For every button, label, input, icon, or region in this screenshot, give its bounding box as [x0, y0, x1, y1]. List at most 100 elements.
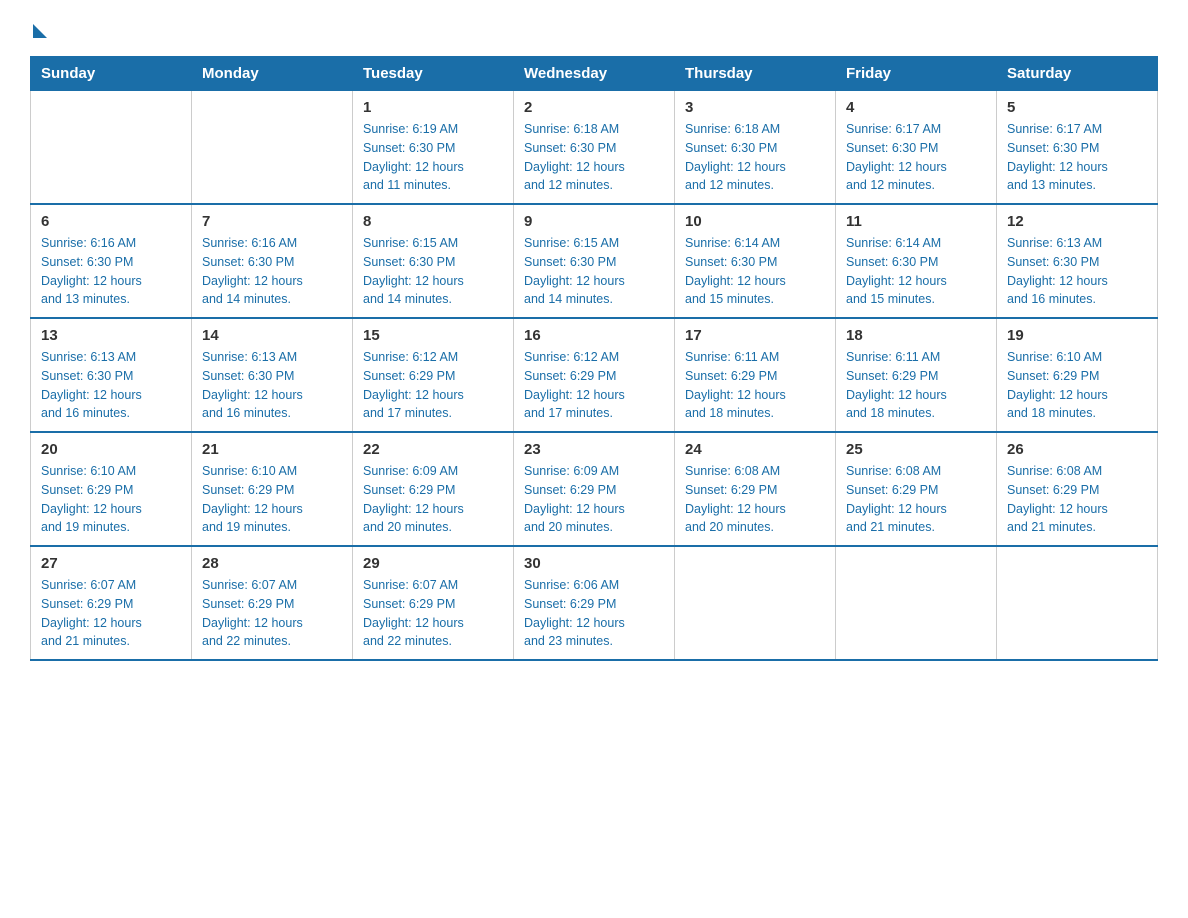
day-info: Sunrise: 6:16 AMSunset: 6:30 PMDaylight:…	[202, 234, 342, 309]
day-cell: 3 Sunrise: 6:18 AMSunset: 6:30 PMDaylight…	[675, 91, 836, 205]
week-row-5: 27 Sunrise: 6:07 AMSunset: 6:29 PMDayligh…	[31, 546, 1158, 660]
day-info: Sunrise: 6:17 AMSunset: 6:30 PMDaylight:…	[1007, 120, 1147, 195]
day-info: Sunrise: 6:07 AMSunset: 6:29 PMDaylight:…	[363, 576, 503, 651]
day-cell: 29 Sunrise: 6:07 AMSunset: 6:29 PMDayligh…	[353, 546, 514, 660]
day-info: Sunrise: 6:11 AMSunset: 6:29 PMDaylight:…	[846, 348, 986, 423]
day-info: Sunrise: 6:06 AMSunset: 6:29 PMDaylight:…	[524, 576, 664, 651]
day-cell: 11 Sunrise: 6:14 AMSunset: 6:30 PMDayligh…	[836, 204, 997, 318]
day-cell: 5 Sunrise: 6:17 AMSunset: 6:30 PMDaylight…	[997, 91, 1158, 205]
day-cell: 15 Sunrise: 6:12 AMSunset: 6:29 PMDayligh…	[353, 318, 514, 432]
day-number: 28	[202, 555, 342, 572]
day-info: Sunrise: 6:14 AMSunset: 6:30 PMDaylight:…	[846, 234, 986, 309]
day-cell	[192, 91, 353, 205]
day-cell: 21 Sunrise: 6:10 AMSunset: 6:29 PMDayligh…	[192, 432, 353, 546]
day-info: Sunrise: 6:10 AMSunset: 6:29 PMDaylight:…	[202, 462, 342, 537]
day-number: 15	[363, 327, 503, 344]
day-info: Sunrise: 6:08 AMSunset: 6:29 PMDaylight:…	[846, 462, 986, 537]
day-info: Sunrise: 6:12 AMSunset: 6:29 PMDaylight:…	[363, 348, 503, 423]
day-number: 11	[846, 213, 986, 230]
day-info: Sunrise: 6:09 AMSunset: 6:29 PMDaylight:…	[363, 462, 503, 537]
header-saturday: Saturday	[997, 57, 1158, 91]
day-info: Sunrise: 6:15 AMSunset: 6:30 PMDaylight:…	[524, 234, 664, 309]
day-info: Sunrise: 6:18 AMSunset: 6:30 PMDaylight:…	[685, 120, 825, 195]
header-wednesday: Wednesday	[514, 57, 675, 91]
day-info: Sunrise: 6:14 AMSunset: 6:30 PMDaylight:…	[685, 234, 825, 309]
header-tuesday: Tuesday	[353, 57, 514, 91]
week-row-4: 20 Sunrise: 6:10 AMSunset: 6:29 PMDayligh…	[31, 432, 1158, 546]
day-cell: 2 Sunrise: 6:18 AMSunset: 6:30 PMDaylight…	[514, 91, 675, 205]
day-cell: 28 Sunrise: 6:07 AMSunset: 6:29 PMDayligh…	[192, 546, 353, 660]
calendar-table: SundayMondayTuesdayWednesdayThursdayFrid…	[30, 56, 1158, 661]
day-info: Sunrise: 6:09 AMSunset: 6:29 PMDaylight:…	[524, 462, 664, 537]
day-info: Sunrise: 6:07 AMSunset: 6:29 PMDaylight:…	[202, 576, 342, 651]
day-info: Sunrise: 6:07 AMSunset: 6:29 PMDaylight:…	[41, 576, 181, 651]
day-number: 10	[685, 213, 825, 230]
day-number: 29	[363, 555, 503, 572]
day-number: 20	[41, 441, 181, 458]
day-cell: 7 Sunrise: 6:16 AMSunset: 6:30 PMDaylight…	[192, 204, 353, 318]
day-cell: 13 Sunrise: 6:13 AMSunset: 6:30 PMDayligh…	[31, 318, 192, 432]
week-row-2: 6Sunrise: 6:16 AMSunset: 6:30 PMDaylight…	[31, 204, 1158, 318]
day-number: 14	[202, 327, 342, 344]
day-info: Sunrise: 6:12 AMSunset: 6:29 PMDaylight:…	[524, 348, 664, 423]
week-row-3: 13 Sunrise: 6:13 AMSunset: 6:30 PMDayligh…	[31, 318, 1158, 432]
day-info: Sunrise: 6:08 AMSunset: 6:29 PMDaylight:…	[1007, 462, 1147, 537]
day-cell: 8 Sunrise: 6:15 AMSunset: 6:30 PMDaylight…	[353, 204, 514, 318]
day-number: 25	[846, 441, 986, 458]
day-cell: 27 Sunrise: 6:07 AMSunset: 6:29 PMDayligh…	[31, 546, 192, 660]
day-cell	[997, 546, 1158, 660]
day-number: 8	[363, 213, 503, 230]
day-cell: 12 Sunrise: 6:13 AMSunset: 6:30 PMDayligh…	[997, 204, 1158, 318]
day-cell: 10 Sunrise: 6:14 AMSunset: 6:30 PMDayligh…	[675, 204, 836, 318]
day-info: Sunrise: 6:10 AMSunset: 6:29 PMDaylight:…	[1007, 348, 1147, 423]
header-thursday: Thursday	[675, 57, 836, 91]
day-info: Sunrise: 6:13 AMSunset: 6:30 PMDaylight:…	[41, 348, 181, 423]
day-number: 16	[524, 327, 664, 344]
day-cell: 18Sunrise: 6:11 AMSunset: 6:29 PMDayligh…	[836, 318, 997, 432]
day-number: 1	[363, 99, 503, 116]
day-number: 12	[1007, 213, 1147, 230]
day-info: Sunrise: 6:13 AMSunset: 6:30 PMDaylight:…	[1007, 234, 1147, 309]
day-info: Sunrise: 6:18 AMSunset: 6:30 PMDaylight:…	[524, 120, 664, 195]
day-cell: 4Sunrise: 6:17 AMSunset: 6:30 PMDaylight…	[836, 91, 997, 205]
day-cell: 22 Sunrise: 6:09 AMSunset: 6:29 PMDayligh…	[353, 432, 514, 546]
day-info: Sunrise: 6:19 AMSunset: 6:30 PMDaylight:…	[363, 120, 503, 195]
day-number: 7	[202, 213, 342, 230]
day-number: 23	[524, 441, 664, 458]
day-info: Sunrise: 6:17 AMSunset: 6:30 PMDaylight:…	[846, 120, 986, 195]
day-number: 27	[41, 555, 181, 572]
day-cell: 1 Sunrise: 6:19 AMSunset: 6:30 PMDaylight…	[353, 91, 514, 205]
day-number: 3	[685, 99, 825, 116]
day-number: 30	[524, 555, 664, 572]
day-number: 2	[524, 99, 664, 116]
day-number: 17	[685, 327, 825, 344]
day-cell: 24 Sunrise: 6:08 AMSunset: 6:29 PMDayligh…	[675, 432, 836, 546]
day-info: Sunrise: 6:11 AMSunset: 6:29 PMDaylight:…	[685, 348, 825, 423]
day-cell	[836, 546, 997, 660]
day-info: Sunrise: 6:08 AMSunset: 6:29 PMDaylight:…	[685, 462, 825, 537]
day-cell: 16 Sunrise: 6:12 AMSunset: 6:29 PMDayligh…	[514, 318, 675, 432]
day-number: 24	[685, 441, 825, 458]
day-number: 9	[524, 213, 664, 230]
day-info: Sunrise: 6:13 AMSunset: 6:30 PMDaylight:…	[202, 348, 342, 423]
day-cell: 9 Sunrise: 6:15 AMSunset: 6:30 PMDaylight…	[514, 204, 675, 318]
day-number: 22	[363, 441, 503, 458]
day-cell	[675, 546, 836, 660]
day-cell: 23 Sunrise: 6:09 AMSunset: 6:29 PMDayligh…	[514, 432, 675, 546]
page-header	[30, 20, 1158, 36]
day-number: 26	[1007, 441, 1147, 458]
day-number: 19	[1007, 327, 1147, 344]
day-info: Sunrise: 6:15 AMSunset: 6:30 PMDaylight:…	[363, 234, 503, 309]
day-number: 21	[202, 441, 342, 458]
day-number: 5	[1007, 99, 1147, 116]
day-info: Sunrise: 6:16 AMSunset: 6:30 PMDaylight:…	[41, 234, 181, 309]
day-cell: 30 Sunrise: 6:06 AMSunset: 6:29 PMDayligh…	[514, 546, 675, 660]
day-number: 13	[41, 327, 181, 344]
day-cell: 6Sunrise: 6:16 AMSunset: 6:30 PMDaylight…	[31, 204, 192, 318]
logo	[30, 20, 47, 36]
day-cell	[31, 91, 192, 205]
calendar-header-row: SundayMondayTuesdayWednesdayThursdayFrid…	[31, 57, 1158, 91]
header-monday: Monday	[192, 57, 353, 91]
header-friday: Friday	[836, 57, 997, 91]
day-cell: 26 Sunrise: 6:08 AMSunset: 6:29 PMDayligh…	[997, 432, 1158, 546]
